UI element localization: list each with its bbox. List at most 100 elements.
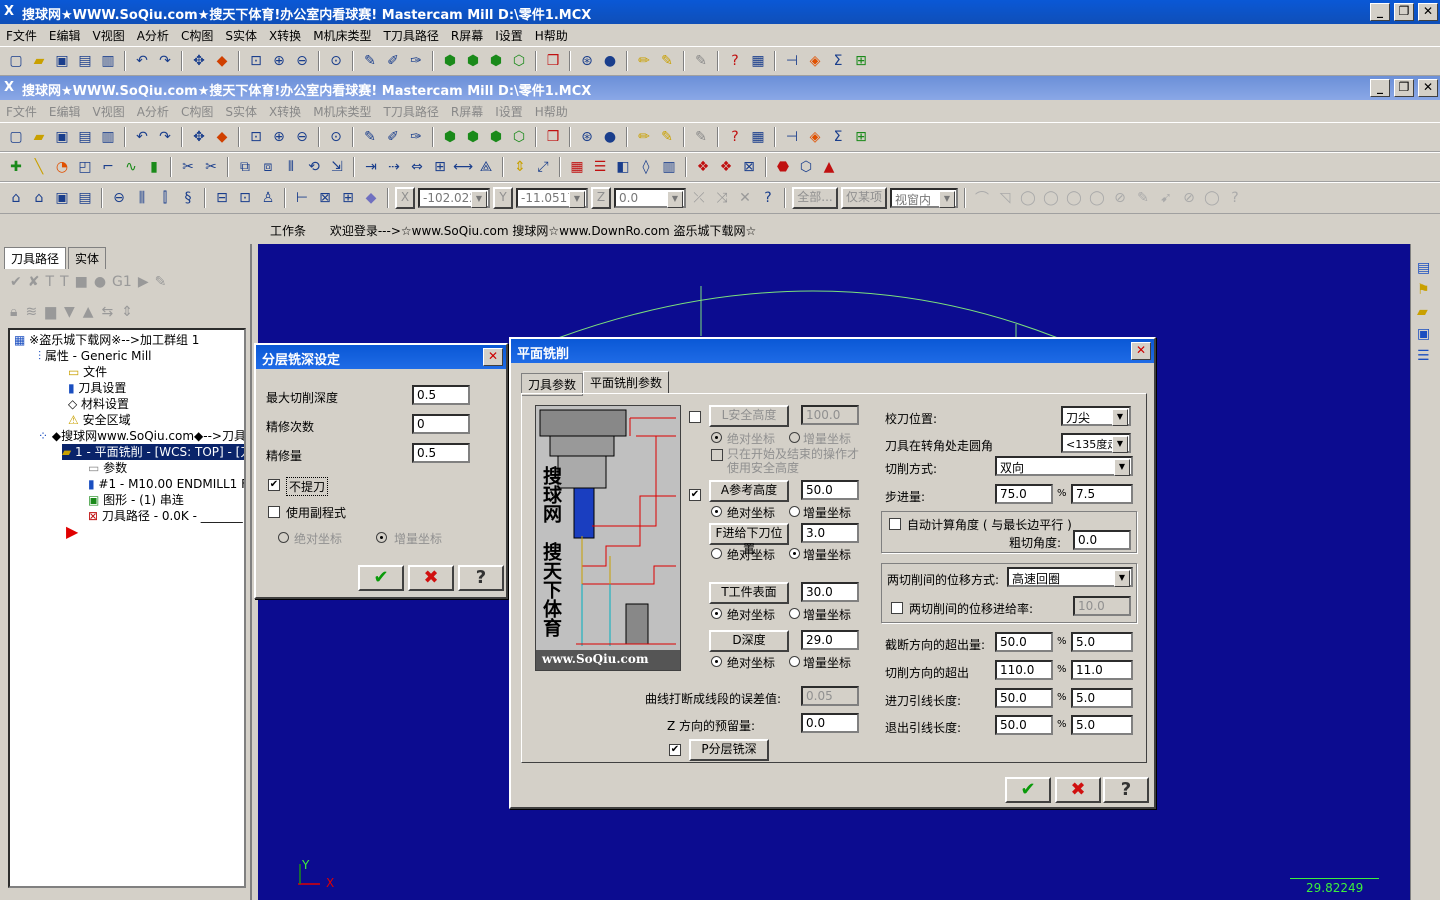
stepover-percent-field[interactable]: 75.0 <box>995 484 1053 504</box>
top-stock-field[interactable]: 30.0 <box>801 582 859 602</box>
print-preview-icon[interactable]: ▥ <box>98 127 118 147</box>
post-op-icon[interactable]: G1 <box>112 274 132 298</box>
annotate-icon[interactable]: ⤢ <box>533 157 553 177</box>
backplot-icon[interactable]: ◈ <box>805 127 825 147</box>
move-feed-field[interactable]: 10.0 <box>1073 596 1131 616</box>
rotate-icon[interactable]: ⟲ <box>304 157 324 177</box>
lock-icon[interactable]: 🔒︎ <box>10 304 17 324</box>
select-only-button[interactable]: 仅某项 <box>841 187 887 209</box>
menu-file[interactable]: F文件 <box>0 25 43 44</box>
layer-icon[interactable]: ▥ <box>659 157 679 177</box>
zoom-fit-icon[interactable]: ⊕ <box>269 127 289 147</box>
tool-op-icon[interactable]: ✎ <box>155 274 167 298</box>
sel-pencil-icon[interactable]: ✎ <box>1133 188 1153 208</box>
face-milling-close-button[interactable]: ✕ <box>1131 342 1151 360</box>
across-overlap-percent-field[interactable]: 50.0 <box>995 632 1053 652</box>
sub-incremental-radio[interactable] <box>376 532 387 543</box>
sel-window-icon[interactable]: ◹ <box>995 188 1015 208</box>
feed-plane-field[interactable]: 3.0 <box>801 523 859 543</box>
save-icon[interactable]: ▣ <box>52 127 72 147</box>
open-folder-icon[interactable]: ▰ <box>29 51 49 71</box>
menu-machine-type[interactable]: M机床类型 <box>307 25 377 44</box>
tag-icon[interactable]: ◊ <box>636 157 656 177</box>
xform2-icon[interactable]: ⧈ <box>258 157 278 177</box>
trim2-icon[interactable]: ✂ <box>201 157 221 177</box>
depth-ok-button[interactable]: ✔ <box>358 565 404 591</box>
auto-angle-checkbox[interactable] <box>889 518 901 530</box>
arc-icon[interactable]: ◔ <box>52 157 72 177</box>
face-ok-button[interactable]: ✔ <box>1005 777 1051 803</box>
question-icon[interactable]: ? <box>758 188 778 208</box>
only-start-end-checkbox[interactable] <box>711 449 723 461</box>
tree-item-files[interactable]: ▭ 文件 <box>68 364 107 380</box>
zoom-icon[interactable]: ⊙ <box>326 51 346 71</box>
tab-face-parameters[interactable]: 平面铣削参数 <box>583 371 670 393</box>
move-feed-checkbox[interactable] <box>891 602 903 614</box>
menu-view[interactable]: V视图 <box>87 25 131 44</box>
scroll-icon[interactable]: ⇕ <box>121 304 133 324</box>
point-icon[interactable]: ✚ <box>6 157 26 177</box>
feed-inc-radio[interactable] <box>789 548 800 559</box>
circle-icon[interactable]: ⊖ <box>109 188 129 208</box>
doc-minimize-button[interactable]: _ <box>1370 79 1390 97</box>
along-overlap-field[interactable]: 11.0 <box>1071 660 1133 680</box>
sel-mask-icon[interactable]: ⊘ <box>1110 188 1130 208</box>
measure-icon[interactable]: ✎ <box>691 51 711 71</box>
right-tool5-icon[interactable]: ☰ <box>1417 348 1430 364</box>
shade-icon[interactable]: ◆ <box>212 51 232 71</box>
face-cancel-button[interactable]: ✖ <box>1055 777 1101 803</box>
post-icon[interactable]: ⊞ <box>851 51 871 71</box>
view-cube-icon[interactable]: ❒ <box>543 127 563 147</box>
tolerance-field[interactable]: 0.05 <box>801 686 859 706</box>
depth-cancel-button[interactable]: ✖ <box>408 565 454 591</box>
cube-front-icon[interactable]: ⬢ <box>463 51 483 71</box>
xform-icon[interactable]: ⧉ <box>235 157 255 177</box>
safe-abs-radio[interactable] <box>711 432 722 443</box>
measure-icon[interactable]: ✎ <box>691 127 711 147</box>
across-overlap-field[interactable]: 5.0 <box>1071 632 1133 652</box>
pan-icon[interactable]: ✥ <box>189 51 209 71</box>
tree-item-properties[interactable]: ⫶ 属性 - Generic Mill <box>38 348 152 364</box>
array-icon[interactable]: ⊞ <box>430 157 450 177</box>
redo-icon[interactable]: ↷ <box>155 127 175 147</box>
cube-iso-icon[interactable]: ⬡ <box>509 51 529 71</box>
zoom-out-icon[interactable]: ⊖ <box>292 127 312 147</box>
window-icon[interactable]: ▣ <box>52 188 72 208</box>
hatch-icon[interactable]: ⊠ <box>739 157 759 177</box>
snap-mode3-icon[interactable]: ✕ <box>735 188 755 208</box>
minimize-button[interactable]: _ <box>1370 3 1390 21</box>
sel-help-icon[interactable]: ? <box>1225 188 1245 208</box>
tool-holder-icon[interactable]: ▲ <box>819 157 839 177</box>
exit-percent-field[interactable]: 50.0 <box>995 715 1053 735</box>
tool-icon[interactable]: ✎ <box>360 51 380 71</box>
person-icon[interactable]: ♙ <box>258 188 278 208</box>
verify-icon[interactable]: ⊣ <box>782 127 802 147</box>
tree-item-tool-settings[interactable]: ▮ 刀具设置 <box>68 380 126 396</box>
selection-mode-select[interactable]: 视窗内 <box>890 188 958 208</box>
analyze-icon[interactable]: ❖ <box>693 157 713 177</box>
approach-percent-field[interactable]: 50.0 <box>995 688 1053 708</box>
print-icon[interactable]: ▤ <box>75 51 95 71</box>
use-subprogram-checkbox[interactable] <box>268 506 280 518</box>
wave-icon[interactable]: ≋ <box>25 304 37 324</box>
z-coord-field[interactable]: 0.0 <box>614 188 686 208</box>
cube-side-icon[interactable]: ⬢ <box>486 127 506 147</box>
pan-icon[interactable]: ✥ <box>189 127 209 147</box>
zoom-fit-icon[interactable]: ⊕ <box>269 51 289 71</box>
bars-icon[interactable]: ⫼ <box>132 188 152 208</box>
verify-icon[interactable]: ⊣ <box>782 51 802 71</box>
safe-inc-radio[interactable] <box>789 432 800 443</box>
stack-icon[interactable]: ⊟ <box>212 188 232 208</box>
z-stock-field[interactable]: 0.0 <box>801 713 859 733</box>
tree-item-toolpath[interactable]: ⊠ 刀具路径 - 0.0K - _______ <box>88 508 243 524</box>
globe-icon[interactable]: ⊛ <box>577 51 597 71</box>
down-arrow-icon[interactable]: ▼ <box>64 304 75 324</box>
project-icon[interactable]: ⟁ <box>476 157 496 177</box>
ref-inc-radio[interactable] <box>789 506 800 517</box>
ref-height-checkbox[interactable]: ✔ <box>689 489 701 501</box>
help-pointer-icon[interactable]: ? <box>725 51 745 71</box>
machine2-icon[interactable]: ⌂ <box>29 188 49 208</box>
table-icon[interactable]: ▦ <box>567 157 587 177</box>
sel-single-icon[interactable]: ◯ <box>1087 188 1107 208</box>
backplot-icon[interactable]: ◈ <box>805 51 825 71</box>
